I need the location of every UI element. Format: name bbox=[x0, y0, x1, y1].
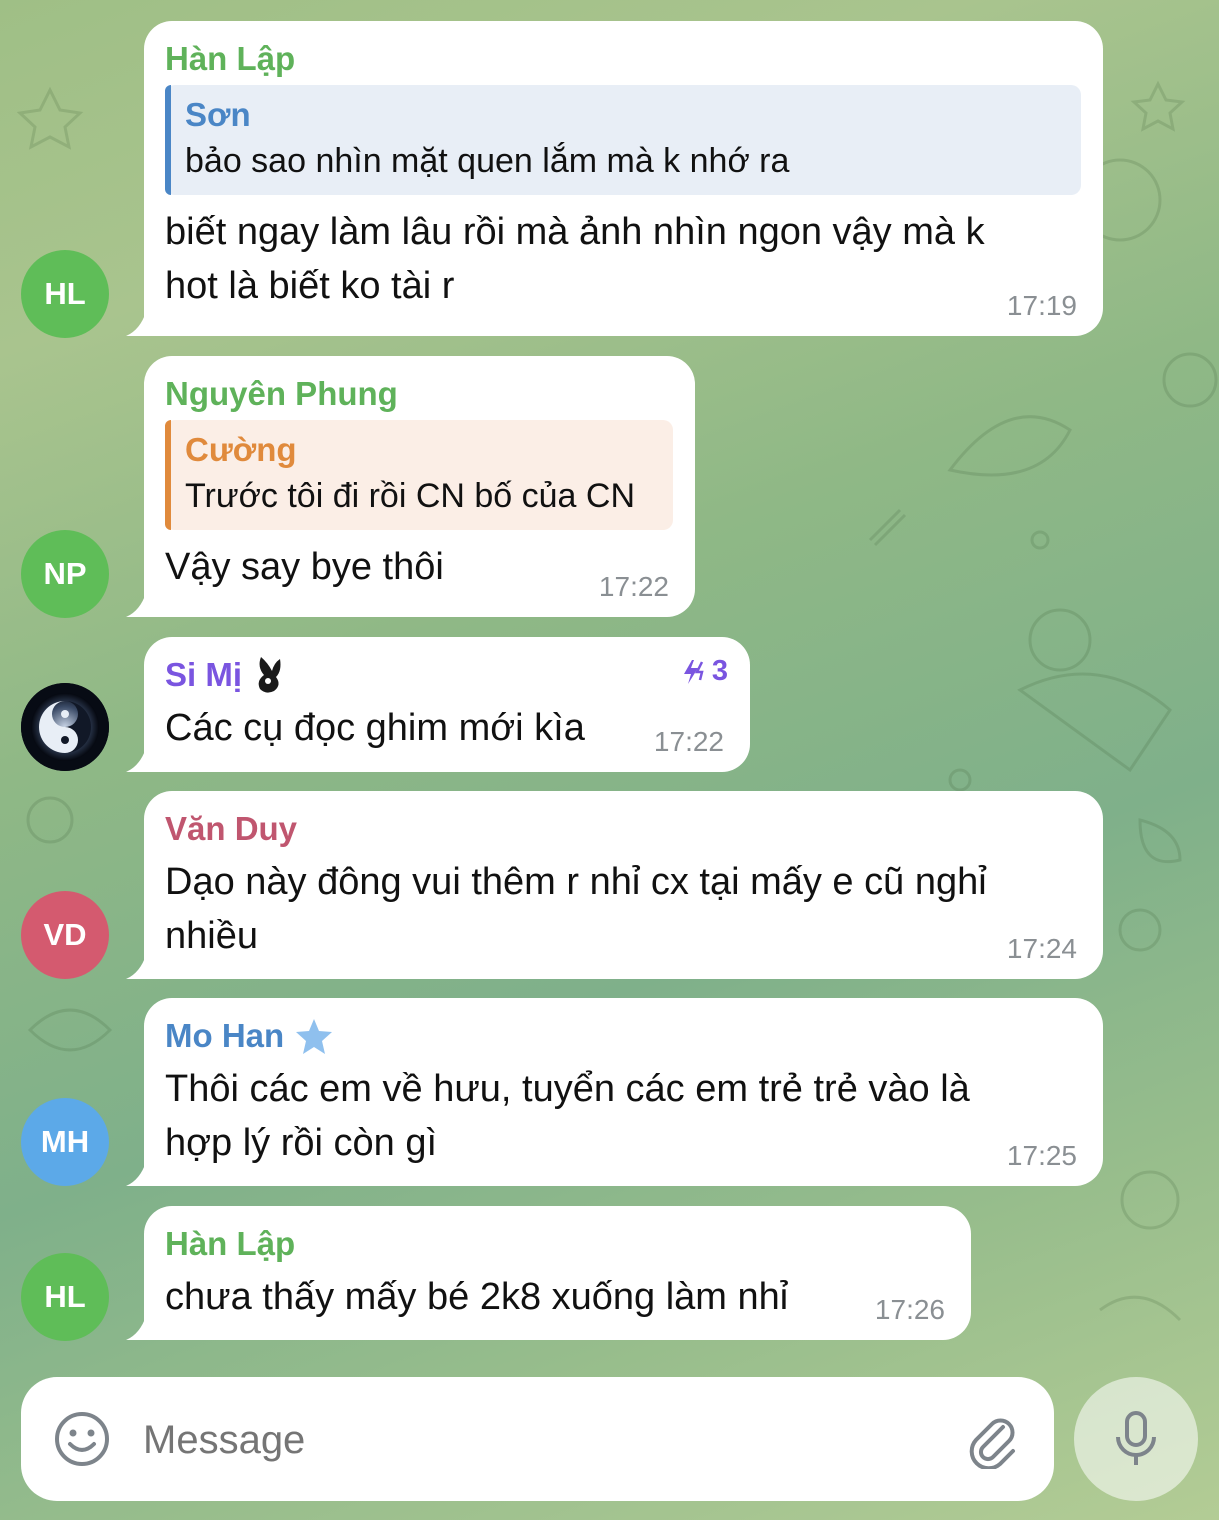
sender-name-text: Mo Han bbox=[165, 1017, 285, 1054]
boost-badge[interactable]: 3 bbox=[680, 655, 728, 688]
message-text-line: Các cụ đọc ghim mới kìa bbox=[165, 707, 585, 749]
avatar-initials: MH bbox=[40, 1124, 90, 1159]
sender-name-text: Si Mị bbox=[165, 656, 243, 693]
reply-sender: Cường bbox=[185, 431, 297, 468]
reply-quote[interactable]: Cường Trước tôi đi rồi CN bố của CN bbox=[165, 420, 673, 530]
message-time: 17:25 bbox=[1006, 1140, 1077, 1171]
reply-text: bảo sao nhìn mặt quen lắm mà k nhớ ra bbox=[185, 142, 790, 180]
message-text-line: Dạo này đông vui thêm r nhỉ cx tại mấy e… bbox=[165, 861, 987, 903]
reply-text: Trước tôi đi rồi CN bố của CN bbox=[185, 477, 636, 515]
avatar[interactable]: VD bbox=[21, 891, 109, 979]
message-time: 17:26 bbox=[874, 1294, 945, 1325]
message-bubble[interactable]: Si Mị 3 Các cụ đọc ghim mới kìa 17:22 bbox=[126, 637, 750, 772]
yin-yang-icon bbox=[21, 683, 109, 771]
reply-quote[interactable]: Sơn bảo sao nhìn mặt quen lắm mà k nhớ r… bbox=[165, 85, 1081, 195]
star-icon bbox=[296, 1019, 333, 1054]
avatar[interactable]: MH bbox=[21, 1098, 109, 1186]
boost-count: 3 bbox=[711, 655, 728, 687]
reply-bar bbox=[165, 420, 171, 530]
message-time: 17:19 bbox=[1006, 290, 1077, 321]
avatar-initials: HL bbox=[44, 1279, 86, 1314]
message-composer[interactable] bbox=[21, 1377, 1054, 1501]
message-text-line: biết ngay làm lâu rồi mà ảnh nhìn ngon v… bbox=[165, 211, 985, 253]
message-text-line: hợp lý rồi còn gì bbox=[165, 1122, 438, 1164]
avatar[interactable]: HL bbox=[21, 250, 109, 338]
message-time: 17:22 bbox=[653, 726, 724, 757]
message-bubble[interactable]: Mo Han Thôi các em về hưu, tuyển các em … bbox=[126, 998, 1103, 1186]
message-text-line: Vậy say bye thôi bbox=[165, 546, 444, 588]
sender-name[interactable]: Si Mị bbox=[165, 655, 728, 695]
message-input[interactable] bbox=[141, 1407, 945, 1473]
bubble-tail bbox=[126, 593, 146, 617]
message-time: 17:24 bbox=[1006, 933, 1077, 964]
sender-name[interactable]: Hàn Lập bbox=[165, 1224, 949, 1264]
message-bubble[interactable]: Nguyên Phung Cường Trước tôi đi rồi CN b… bbox=[126, 356, 695, 617]
microphone-icon bbox=[1116, 1411, 1156, 1465]
reply-bar bbox=[165, 85, 171, 195]
emoji-icon[interactable] bbox=[53, 1410, 111, 1468]
avatar-initials: NP bbox=[43, 556, 87, 591]
bunny-emoji-icon bbox=[258, 657, 281, 693]
yin-yang-avatar[interactable] bbox=[21, 683, 109, 771]
sender-name[interactable]: Nguyên Phung bbox=[165, 374, 673, 414]
sender-name[interactable]: Văn Duy bbox=[165, 809, 1081, 849]
boost-icon bbox=[683, 659, 704, 684]
avatar-initials: VD bbox=[43, 917, 87, 952]
sender-name[interactable]: Mo Han bbox=[165, 1016, 1081, 1056]
sender-name[interactable]: Hàn Lập bbox=[165, 39, 1081, 79]
reply-sender: Sơn bbox=[185, 96, 251, 133]
bubble-tail bbox=[126, 748, 146, 772]
message-text-line: hot là biết ko tài r bbox=[165, 265, 455, 307]
message-bubble[interactable]: Hàn Lập chưa thấy mấy bé 2k8 xuống làm n… bbox=[126, 1206, 971, 1340]
avatar[interactable]: NP bbox=[21, 530, 109, 618]
message-bubble[interactable]: Hàn Lập Sơn bảo sao nhìn mặt quen lắm mà… bbox=[126, 21, 1103, 336]
microphone-button[interactable] bbox=[1074, 1377, 1198, 1501]
paperclip-icon[interactable] bbox=[963, 1409, 1023, 1469]
bubble-tail bbox=[126, 955, 146, 979]
message-text-line: nhiều bbox=[165, 915, 258, 957]
message-time: 17:22 bbox=[598, 571, 669, 602]
message-text-line: chưa thấy mấy bé 2k8 xuống làm nhỉ bbox=[165, 1276, 789, 1318]
bubble-tail bbox=[126, 312, 146, 336]
message-text-line: Thôi các em về hưu, tuyển các em trẻ trẻ… bbox=[165, 1068, 970, 1110]
avatar-initials: HL bbox=[44, 276, 86, 311]
bubble-tail bbox=[126, 1316, 146, 1340]
bubble-tail bbox=[126, 1162, 146, 1186]
message-bubble[interactable]: Văn Duy Dạo này đông vui thêm r nhỉ cx t… bbox=[126, 791, 1103, 979]
avatar[interactable]: HL bbox=[21, 1253, 109, 1341]
